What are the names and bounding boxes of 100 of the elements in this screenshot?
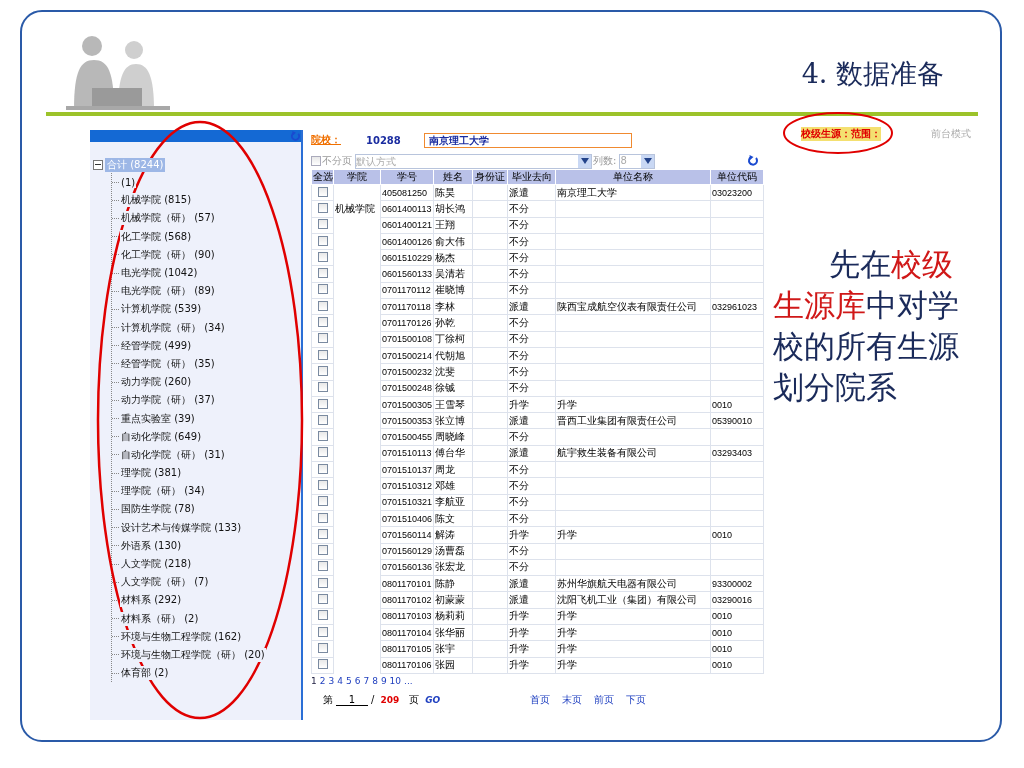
table-cell: 升学 <box>555 608 711 625</box>
checkbox[interactable] <box>318 545 328 556</box>
table-cell: 派遣 <box>507 575 556 592</box>
tree-item[interactable]: 设计艺术与传媒学院 (133) <box>120 520 243 535</box>
refresh-icon[interactable] <box>747 155 759 167</box>
checkbox[interactable] <box>318 447 328 458</box>
page-link[interactable]: 5 <box>345 675 352 686</box>
page-link[interactable]: 2 <box>319 675 326 686</box>
checkbox[interactable] <box>318 610 328 621</box>
column-header[interactable]: 单位名称 <box>555 169 711 185</box>
pager-link[interactable]: 首页 <box>530 692 551 707</box>
table-cell: 0701170126 <box>380 314 434 332</box>
checkbox[interactable] <box>318 561 328 572</box>
tree-item[interactable]: 人文学院 (218) <box>120 557 193 572</box>
page-number-field[interactable]: 1 <box>336 693 368 706</box>
column-header[interactable]: 毕业去向 <box>507 169 556 185</box>
tree-item[interactable]: 重点实验室 (39) <box>120 411 196 426</box>
checkbox[interactable] <box>318 512 328 523</box>
pager-link[interactable]: 下页 <box>626 692 647 707</box>
page-link[interactable]: ... <box>404 675 413 686</box>
checkbox[interactable] <box>318 300 328 311</box>
tree-item[interactable]: 动力学院 (260) <box>120 375 193 390</box>
checkbox[interactable] <box>318 642 328 653</box>
checkbox[interactable] <box>318 365 328 376</box>
tree-item[interactable]: 动力学院（研） (37) <box>120 393 216 408</box>
tree-item[interactable]: 体育部 (2) <box>120 666 170 681</box>
checkbox[interactable] <box>318 414 328 425</box>
checkbox[interactable] <box>318 251 328 262</box>
column-header[interactable]: 身份证 <box>472 169 508 185</box>
tree-item[interactable]: 电光学院 (1042) <box>120 266 199 281</box>
tree-item[interactable]: 计算机学院 (539) <box>120 302 203 317</box>
checkbox[interactable] <box>318 528 328 539</box>
page-link[interactable]: 7 <box>363 675 370 686</box>
checkbox[interactable] <box>318 577 328 588</box>
tree-item[interactable]: 理学院（研） (34) <box>120 484 206 499</box>
table-cell: 不分 <box>507 347 556 364</box>
table-cell: 升学 <box>507 657 556 674</box>
table-cell: 王雪琴 <box>433 396 473 413</box>
checkbox[interactable] <box>318 496 328 507</box>
tree-item[interactable]: 化工学院 (568) <box>120 229 193 244</box>
table-cell: 邓雄 <box>433 477 473 495</box>
table-cell: 0701500353 <box>380 412 434 429</box>
tree-item[interactable]: 经管学院 (499) <box>120 338 193 353</box>
tree-item[interactable]: 材料系 (292) <box>120 593 183 608</box>
tree-item[interactable]: 环境与生物工程学院（研） (20) <box>120 647 266 662</box>
page-link[interactable]: 4 <box>337 675 343 686</box>
checkbox[interactable] <box>318 398 328 409</box>
tree-item[interactable]: 国防生学院 (78) <box>120 502 196 517</box>
table-cell: 0701170118 <box>380 298 434 315</box>
column-header[interactable]: 姓名 <box>433 169 473 185</box>
page-link[interactable]: 8 <box>372 675 378 686</box>
checkbox[interactable] <box>318 333 328 344</box>
checkbox[interactable] <box>318 626 328 637</box>
checkbox[interactable] <box>318 431 328 442</box>
tree-item[interactable]: 人文学院（研） (7) <box>120 575 210 590</box>
column-header[interactable]: 单位代码 <box>710 169 764 185</box>
page-link[interactable]: 6 <box>354 675 361 686</box>
table-cell: 0801170104 <box>380 624 434 641</box>
tree-item[interactable]: 理学院 (381) <box>120 466 183 481</box>
checkbox[interactable] <box>318 463 328 474</box>
checkbox[interactable] <box>318 480 328 490</box>
checkbox[interactable] <box>318 284 328 295</box>
checkbox[interactable] <box>318 202 328 213</box>
tree-item[interactable]: 机械学院 (815) <box>120 193 193 208</box>
tree-item[interactable]: 电光学院（研） (89) <box>120 284 216 299</box>
tree-item[interactable]: 经管学院（研） (35) <box>120 356 216 371</box>
table-cell: 不分 <box>507 266 556 283</box>
column-header[interactable]: 全选 <box>311 169 334 185</box>
table-cell: 不分 <box>507 461 556 478</box>
table-cell: 派遣 <box>507 591 556 609</box>
pager-link[interactable]: 末页 <box>562 692 583 707</box>
go-link[interactable]: GO <box>425 694 441 705</box>
tree-item[interactable]: 自动化学院（研） (31) <box>120 447 226 462</box>
pager-link[interactable]: 前页 <box>594 692 615 707</box>
school-name-field[interactable]: 南京理工大学 <box>424 132 632 148</box>
checkbox[interactable] <box>318 349 328 360</box>
tree-item[interactable]: (1) <box>120 176 137 188</box>
tree-item[interactable]: 化工学院（研） (90) <box>120 247 216 262</box>
tree-item[interactable]: 环境与生物工程学院 (162) <box>120 629 243 644</box>
table-cell: 0601400113 <box>380 200 434 218</box>
page-link[interactable]: 3 <box>328 675 335 686</box>
checkbox[interactable] <box>318 317 328 327</box>
checkbox[interactable] <box>318 659 328 670</box>
page-link[interactable]: 9 <box>380 675 387 686</box>
page-link[interactable]: 1 <box>311 675 317 686</box>
checkbox[interactable] <box>318 382 328 393</box>
column-header[interactable]: 学院 <box>333 169 381 185</box>
checkbox[interactable] <box>318 219 328 230</box>
checkbox[interactable] <box>318 235 328 246</box>
column-header[interactable]: 学号 <box>380 169 434 185</box>
checkbox[interactable] <box>318 186 328 197</box>
page-link[interactable]: 10 <box>389 675 402 686</box>
tree-item[interactable]: 自动化学院 (649) <box>120 429 203 444</box>
tree-item[interactable]: 机械学院（研） (57) <box>120 211 216 226</box>
checkbox[interactable] <box>318 594 328 605</box>
tree-item[interactable]: 计算机学院（研） (34) <box>120 320 226 335</box>
collapse-icon[interactable] <box>93 159 103 170</box>
tree-item[interactable]: 外语系 (130) <box>120 538 183 553</box>
checkbox[interactable] <box>318 268 328 279</box>
tree-item[interactable]: 材料系（研） (2) <box>120 611 200 626</box>
